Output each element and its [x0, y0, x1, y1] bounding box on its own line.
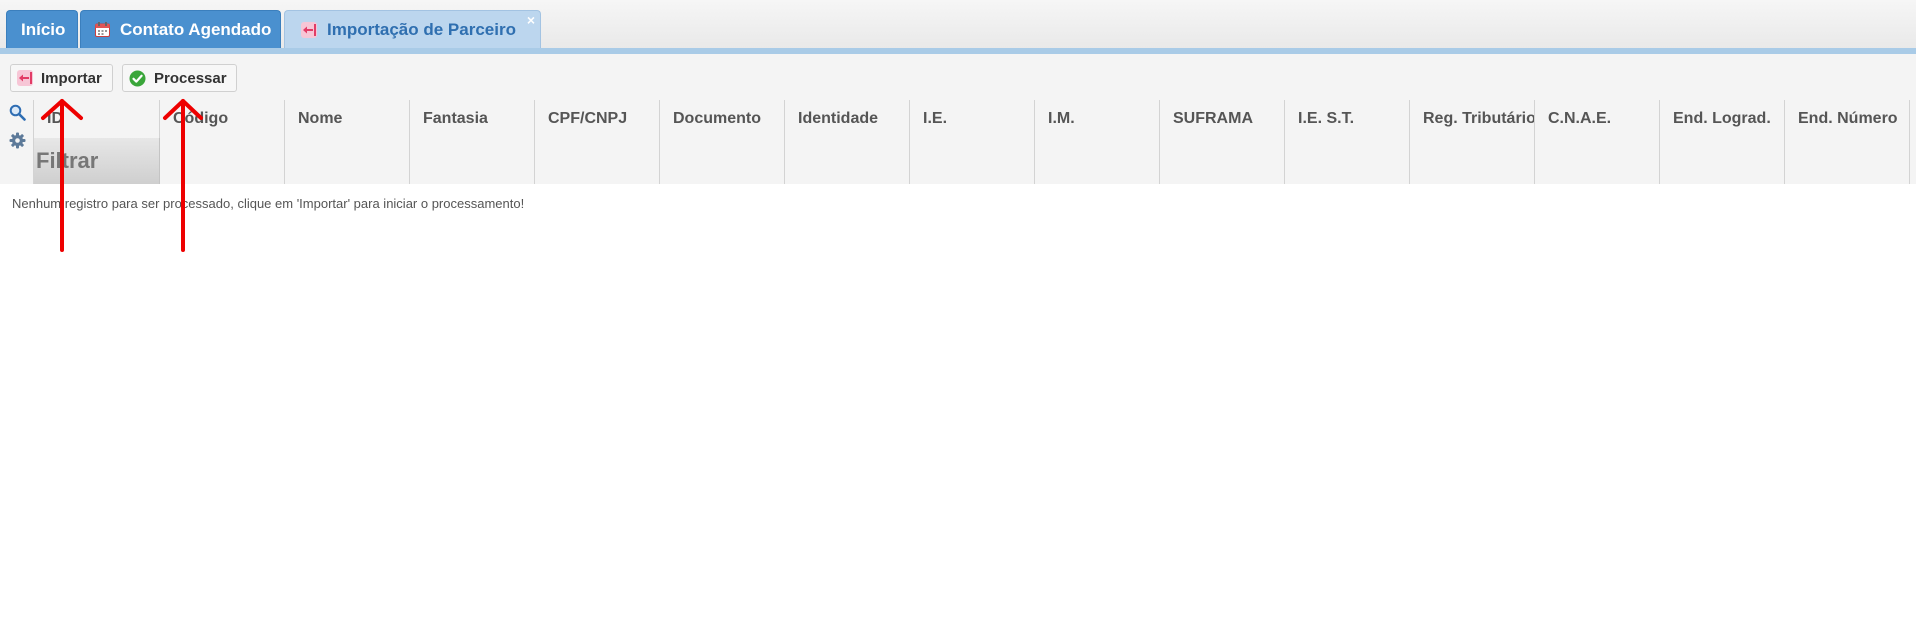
tab-inicio[interactable]: Início — [6, 10, 78, 48]
calendar-icon — [95, 22, 110, 37]
column-header-label: ID — [47, 110, 63, 127]
column-header-label: SUFRAMA — [1173, 110, 1253, 127]
column-header-cnae[interactable]: C.N.A.E. — [1535, 100, 1660, 184]
column-header-ie-st[interactable]: I.E. S.T. — [1285, 100, 1410, 184]
column-header-label: End. Número — [1798, 110, 1898, 127]
filter-label: Filtrar — [36, 148, 99, 173]
tab-label: Importação de Parceiro — [327, 19, 516, 39]
column-header-label: Documento — [673, 110, 761, 127]
column-header-label: CPF/CNPJ — [548, 110, 628, 127]
column-header-reg-tributario[interactable]: Reg. Tributário — [1410, 100, 1535, 184]
column-header-codigo[interactable]: Código — [160, 100, 285, 184]
column-header-label: Fantasia — [423, 110, 488, 127]
column-header-identidade[interactable]: Identidade — [785, 100, 910, 184]
column-header-fantasia[interactable]: Fantasia — [410, 100, 535, 184]
close-tab-icon[interactable]: × — [527, 13, 535, 27]
tab-importacao-parceiro[interactable]: Importação de Parceiro × — [284, 10, 541, 48]
column-header-im[interactable]: I.M. — [1035, 100, 1160, 184]
column-header-cpf-cnpj[interactable]: CPF/CNPJ — [535, 100, 660, 184]
column-header-label: Reg. Tributário — [1423, 110, 1535, 127]
column-header-ie[interactable]: I.E. — [910, 100, 1035, 184]
check-circle-icon — [129, 70, 146, 87]
column-header-label: Identidade — [798, 110, 879, 127]
column-header-label: I.E. — [923, 110, 948, 127]
column-header-label: I.E. S.T. — [1298, 110, 1355, 127]
column-header-suframa[interactable]: SUFRAMA — [1160, 100, 1285, 184]
tab-label: Início — [21, 19, 66, 39]
column-header-label: End. Lograd. — [1673, 110, 1771, 127]
tab-contato-agendado[interactable]: Contato Agendado — [80, 10, 281, 48]
column-header-end-numero[interactable]: End. Número — [1785, 100, 1910, 184]
process-button-label: Processar — [154, 69, 227, 87]
column-header-label: Nome — [298, 110, 343, 127]
filter-button[interactable]: Filtrar — [34, 138, 160, 184]
tab-label: Contato Agendado — [120, 19, 272, 39]
import-button-label: Importar — [41, 69, 102, 87]
column-header-nome[interactable]: Nome — [285, 100, 410, 184]
column-header-label: C.N.A.E. — [1548, 110, 1612, 127]
gear-icon[interactable] — [9, 132, 26, 149]
empty-grid-message: Nenhum registro para ser processado, cli… — [12, 196, 525, 211]
import-arrow-icon — [301, 21, 317, 38]
column-header-label: Código — [173, 110, 229, 127]
search-icon[interactable] — [9, 104, 26, 121]
column-header-label: I.M. — [1048, 110, 1075, 127]
import-arrow-icon — [17, 70, 33, 86]
column-header-end-lograd[interactable]: End. Lograd. — [1660, 100, 1785, 184]
process-button[interactable]: Processar — [122, 64, 237, 92]
column-header-documento[interactable]: Documento — [660, 100, 785, 184]
import-button[interactable]: Importar — [10, 64, 113, 92]
